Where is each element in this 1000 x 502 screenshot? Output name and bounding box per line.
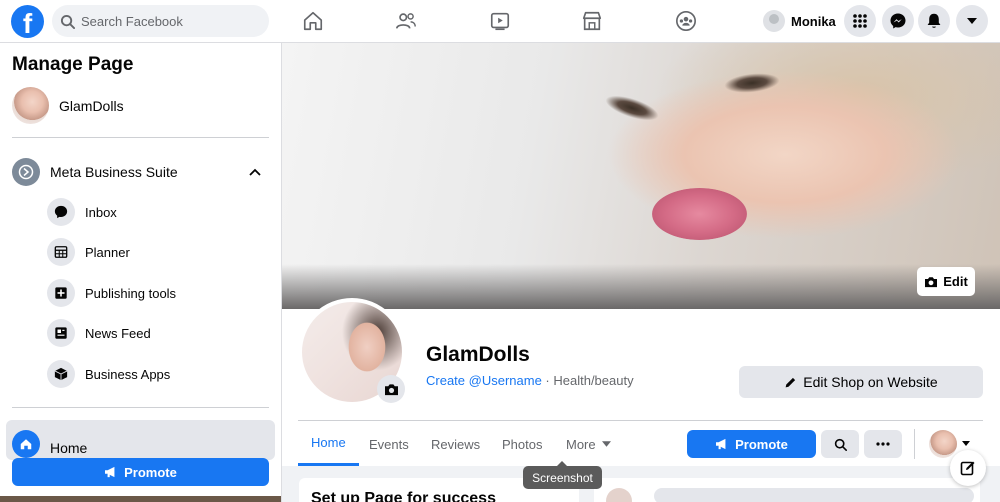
camera-icon (384, 383, 398, 395)
search-page-button[interactable] (821, 430, 859, 458)
sidebar-item-label: Business Apps (85, 366, 171, 382)
planner-icon (47, 238, 75, 266)
friends-nav-button[interactable] (376, 0, 436, 42)
sidebar-item-inbox[interactable]: Inbox (47, 197, 117, 227)
create-post-card (594, 478, 980, 502)
news-feed-icon (47, 319, 75, 347)
divider (12, 407, 269, 408)
screenshot-tooltip: Screenshot (523, 461, 602, 489)
tab-home[interactable]: Home (298, 422, 359, 466)
sidebar-item-news-feed[interactable]: News Feed (47, 318, 151, 348)
account-menu-button[interactable] (956, 5, 988, 37)
sidebar-item-home[interactable]: Home (6, 420, 275, 460)
megaphone-icon (105, 466, 115, 478)
home-icon (303, 11, 323, 31)
more-options-button[interactable] (864, 430, 902, 458)
sidebar-item-label: Planner (85, 244, 130, 260)
cover-photo-gradient (282, 264, 1000, 309)
camera-icon (925, 276, 938, 287)
window-bottom-edge (0, 496, 281, 502)
sidebar-item-publishing-tools[interactable]: Publishing tools (47, 278, 176, 308)
publishing-tools-icon (47, 279, 75, 307)
search-icon (60, 14, 75, 29)
search-input[interactable] (81, 13, 251, 29)
page-title: GlamDolls (426, 343, 530, 366)
notifications-button[interactable] (918, 5, 950, 37)
sidebar-page-switcher[interactable]: GlamDolls (12, 87, 124, 124)
sidebar-item-label: News Feed (85, 325, 151, 341)
tab-photos[interactable]: Photos (502, 422, 542, 466)
marketplace-nav-button[interactable] (562, 0, 622, 42)
page-category: Health/beauty (553, 373, 634, 388)
caret-down-icon[interactable] (962, 441, 970, 446)
sidebar-title: Manage Page (12, 54, 134, 75)
tab-reviews[interactable]: Reviews (431, 422, 480, 466)
pencil-icon (785, 377, 796, 387)
post-composer-avatar (606, 488, 632, 502)
divider (914, 429, 915, 459)
separator: · (541, 373, 554, 388)
search-icon (834, 438, 847, 451)
business-apps-icon (47, 360, 75, 388)
facebook-logo[interactable]: f (11, 5, 44, 38)
home-nav-button[interactable] (283, 0, 343, 42)
messenger-icon (890, 13, 906, 29)
cover-photo-detail (652, 188, 747, 240)
divider (12, 137, 269, 138)
watch-nav-button[interactable] (470, 0, 530, 42)
sidebar-item-planner[interactable]: Planner (47, 237, 130, 267)
user-name: Monika (791, 13, 836, 29)
more-horizontal-icon (876, 442, 890, 446)
switch-profile-avatar[interactable] (929, 430, 957, 458)
home-icon (12, 430, 40, 458)
cover-photo: Edit (282, 43, 1000, 309)
sidebar-promote-button[interactable]: Promote (12, 458, 269, 486)
caret-down-icon (601, 441, 611, 447)
top-navigation-bar: f Monika (0, 0, 1000, 43)
sidebar-item-label: Inbox (85, 204, 117, 220)
cover-photo-detail (600, 89, 664, 127)
friends-icon (396, 13, 416, 29)
messenger-button[interactable] (882, 5, 914, 37)
meta-business-suite-label: Meta Business Suite (50, 164, 178, 180)
edit-cover-button[interactable]: Edit (917, 267, 975, 296)
chevron-up-icon[interactable] (249, 168, 261, 176)
cover-photo-detail (721, 69, 783, 97)
meta-business-suite-icon (12, 158, 40, 186)
sidebar-item-business-apps[interactable]: Business Apps (47, 359, 170, 389)
divider (298, 420, 983, 421)
create-username-link[interactable]: Create @Username (426, 373, 542, 388)
marketplace-icon (582, 11, 602, 31)
menu-button[interactable] (844, 5, 876, 37)
update-profile-picture-button[interactable] (377, 375, 405, 403)
meta-business-suite-toggle[interactable]: Meta Business Suite (12, 157, 269, 187)
user-avatar (763, 10, 785, 32)
inbox-icon (47, 198, 75, 226)
user-profile-chip[interactable]: Monika (757, 5, 842, 37)
page-avatar (12, 87, 49, 124)
promote-button[interactable]: Promote (687, 430, 816, 458)
sidebar-home-label: Home (50, 440, 88, 456)
sidebar-item-label: Publishing tools (85, 285, 177, 301)
notifications-icon (927, 13, 941, 28)
megaphone-icon (716, 438, 726, 450)
new-message-button[interactable] (950, 450, 986, 486)
sidebar-page-name: GlamDolls (59, 97, 124, 114)
groups-nav-button[interactable] (656, 0, 716, 42)
manage-page-sidebar: Manage Page GlamDolls Meta Business Suit… (0, 43, 282, 502)
groups-icon (676, 11, 696, 31)
compose-icon (960, 461, 975, 476)
post-composer-input[interactable] (654, 488, 974, 502)
edit-shop-button[interactable]: Edit Shop on Website (739, 366, 983, 398)
search-bar[interactable] (52, 5, 269, 37)
tab-events[interactable]: Events (369, 422, 409, 466)
tab-more[interactable]: More (566, 422, 611, 466)
page-subtitle: Create @Username · Health/beauty (426, 373, 634, 388)
account-caret-icon (967, 18, 977, 24)
menu-grid-icon (853, 14, 867, 28)
watch-icon (490, 12, 510, 31)
